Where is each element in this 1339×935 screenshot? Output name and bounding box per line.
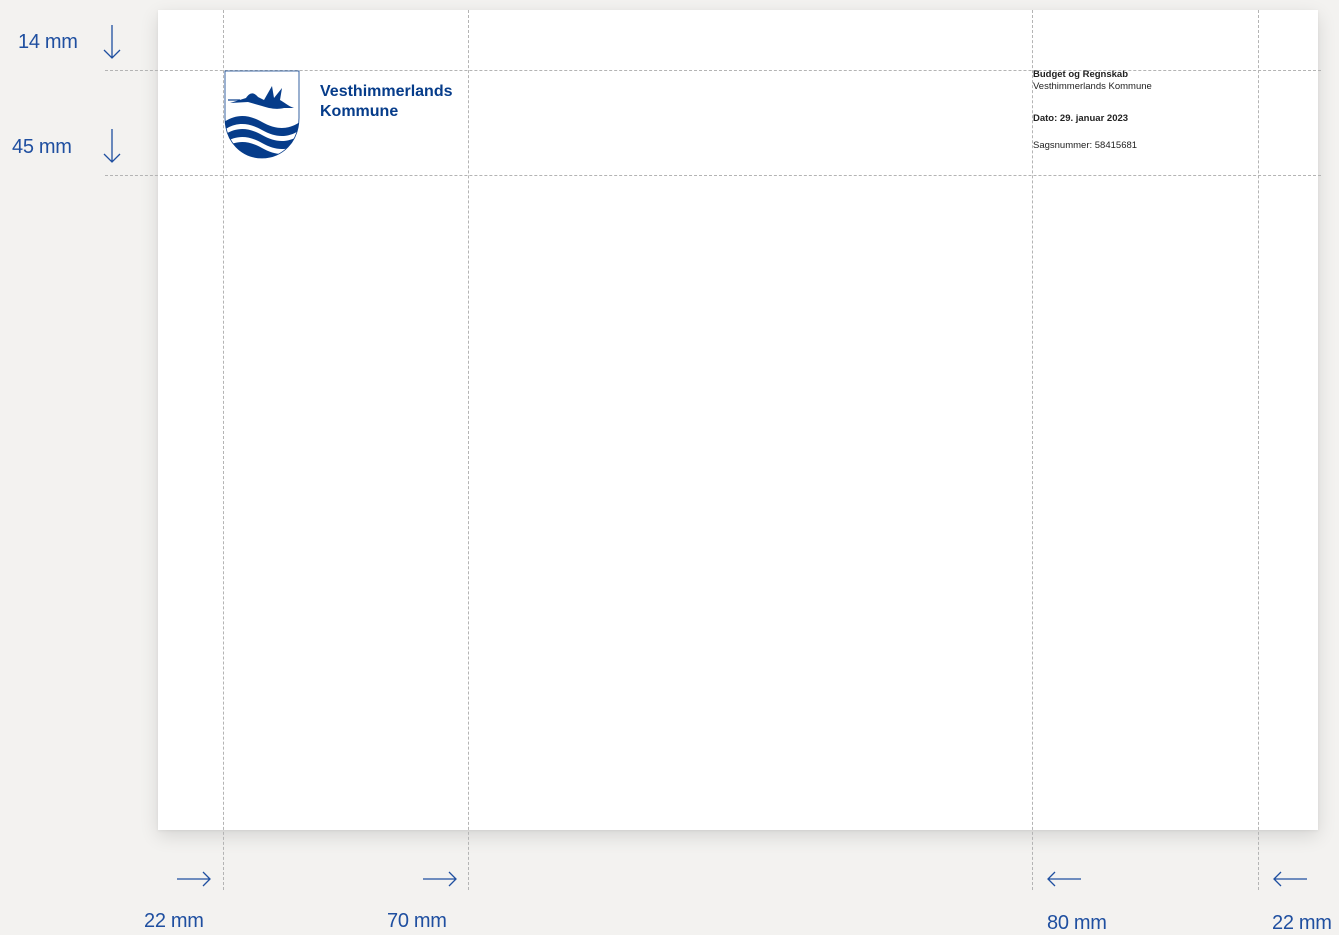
brand-name: Vesthimmerlands Kommune xyxy=(320,82,453,122)
header-height-label: 45 mm xyxy=(12,136,72,158)
right-margin-label: 22 mm xyxy=(1272,912,1332,934)
arrow-right-icon xyxy=(177,871,211,887)
date-label: Dato: 29. januar 2023 xyxy=(1033,113,1129,124)
left-margin-label: 22 mm xyxy=(144,910,204,932)
arrow-left-icon xyxy=(1047,871,1081,887)
brand-line-2: Kommune xyxy=(320,103,399,120)
right-column-label: 80 mm xyxy=(1047,912,1107,934)
arrow-left-icon xyxy=(1273,871,1307,887)
left-column-label: 70 mm xyxy=(387,910,447,932)
arrow-right-icon xyxy=(423,871,457,887)
department-label: Budget og Regnskab xyxy=(1033,69,1129,80)
guide-header-bottom xyxy=(105,175,1321,176)
guide-left-column xyxy=(468,10,469,890)
organization-label: Vesthimmerlands Kommune xyxy=(1033,81,1152,92)
coat-of-arms-logo xyxy=(224,70,300,159)
brand-line-1: Vesthimmerlands xyxy=(320,83,453,100)
arrow-down-icon xyxy=(103,129,121,163)
top-margin-label: 14 mm xyxy=(18,31,78,53)
letter-meta: Budget og Regnskab Vesthimmerlands Kommu… xyxy=(1033,69,1152,152)
case-number-label: Sagsnummer: 58415681 xyxy=(1033,140,1138,151)
arrow-down-icon xyxy=(103,25,121,59)
guide-right-margin xyxy=(1258,10,1259,890)
